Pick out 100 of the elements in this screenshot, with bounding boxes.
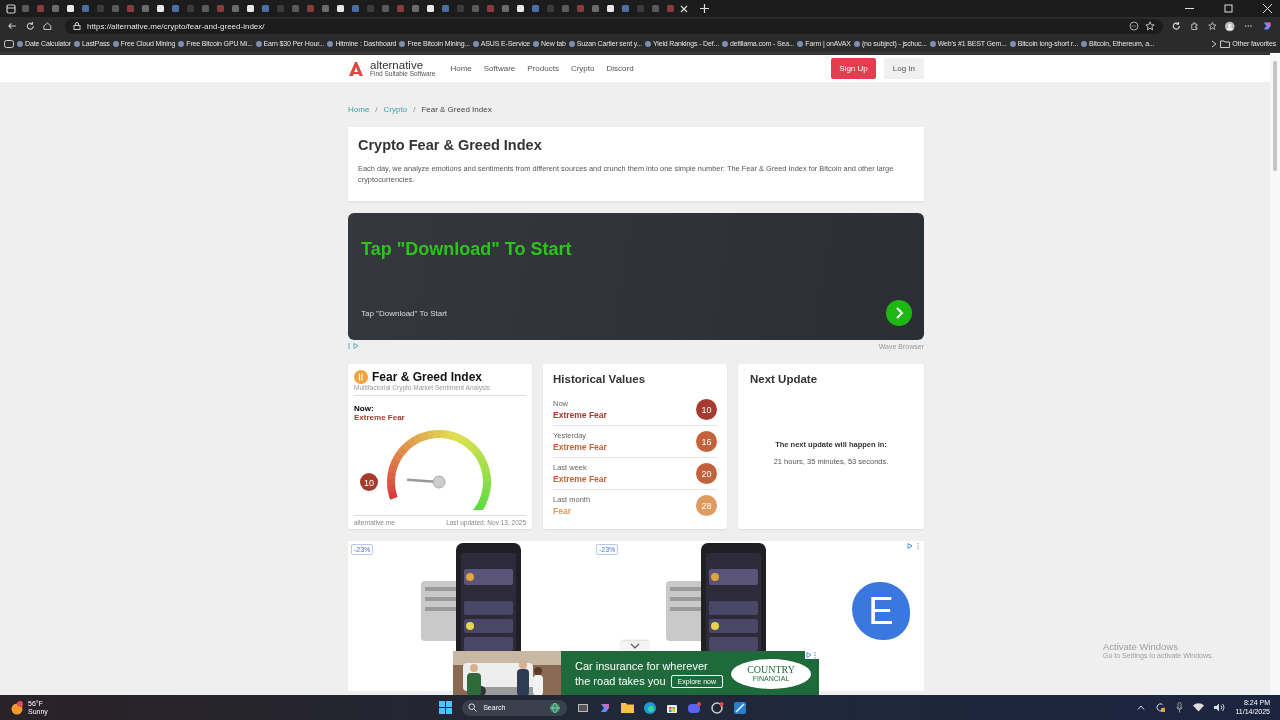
activation-title: Activate Windows	[1103, 641, 1179, 652]
logo-icon[interactable]	[348, 60, 364, 77]
browser-tab[interactable]	[155, 2, 166, 15]
favicon-icon	[322, 5, 329, 12]
ad-choices-icon[interactable]	[907, 543, 921, 549]
folder-icon	[1220, 39, 1231, 48]
new-tab-icon[interactable]	[700, 4, 709, 13]
favicon-icon	[442, 5, 449, 12]
gauge-needle	[407, 475, 446, 489]
browser-tab[interactable]	[515, 2, 526, 15]
volume-icon[interactable]	[1214, 703, 1226, 712]
weather-icon[interactable]	[10, 700, 24, 715]
back-icon[interactable]	[8, 21, 17, 31]
url-text: https://alternative.me/crypto/fear-and-greed-index/	[87, 21, 265, 31]
browser-tab[interactable]	[65, 2, 76, 15]
copilot-icon[interactable]	[599, 701, 612, 714]
breadcrumb-current: Fear & Greed Index	[421, 105, 492, 114]
folder-icon[interactable]	[621, 702, 635, 713]
wifi-icon[interactable]	[1193, 703, 1205, 712]
copilot-icon[interactable]	[1261, 20, 1272, 32]
more-icon[interactable]	[1129, 21, 1140, 31]
nav-link[interactable]: Discord	[606, 64, 634, 73]
chat-app-icon[interactable]	[688, 701, 702, 714]
ad-text: Tap "Download" To Start	[361, 308, 448, 318]
favicon-icon	[142, 5, 149, 12]
refresh-icon[interactable]	[25, 21, 35, 31]
browser-icon[interactable]	[711, 701, 725, 714]
favicon-icon	[412, 5, 419, 12]
maximize-icon[interactable]	[1224, 4, 1233, 13]
browser-tab[interactable]	[605, 2, 616, 15]
favicon-icon	[97, 5, 104, 12]
browser-tab[interactable]	[335, 2, 346, 15]
favicon-icon	[292, 5, 299, 12]
nav-link[interactable]: Crypto	[570, 64, 595, 73]
refresh-icon[interactable]	[1172, 21, 1181, 31]
favicon-icon	[37, 5, 44, 12]
favicon-icon	[427, 5, 434, 12]
home-icon[interactable]	[43, 21, 53, 31]
log-in-button[interactable]: Log In	[883, 58, 924, 79]
sign-up-button[interactable]: Sign Up	[831, 58, 876, 79]
browser-tab[interactable]	[245, 2, 256, 15]
globe-icon	[549, 701, 562, 714]
favicon-icon	[472, 5, 479, 12]
banner-ad[interactable]: Tap "Download" To Start Tap "Download" To Start	[348, 213, 924, 340]
browser-icon[interactable]	[644, 701, 657, 714]
classification-text: Extreme Fear	[553, 474, 607, 484]
microphone-icon[interactable]	[1176, 702, 1184, 713]
chevron-down-icon	[630, 643, 640, 649]
task-view-icon[interactable]	[577, 701, 590, 714]
app-icon[interactable]	[734, 701, 747, 714]
favicon-icon	[622, 5, 629, 12]
arrow-button-icon[interactable]	[886, 300, 912, 326]
chevron-icon[interactable]	[1211, 39, 1218, 48]
coin-icon	[354, 370, 368, 384]
now-label: Now:	[354, 404, 375, 413]
favorites-icon[interactable]	[1207, 21, 1217, 31]
nav-link[interactable]: Software	[483, 64, 516, 73]
favicon-icon	[247, 5, 254, 12]
sync-icon[interactable]	[1155, 702, 1167, 713]
favicon-icon	[397, 5, 404, 12]
favicon-icon	[607, 5, 614, 12]
address-bar[interactable]: https://alternative.me/crypto/fear-and-greed-index/	[65, 18, 1164, 34]
favicon-icon	[352, 5, 359, 12]
gauge-value-badge: 10	[360, 473, 378, 491]
browser-tab[interactable]	[425, 2, 436, 15]
chevron-up-icon[interactable]	[1137, 705, 1146, 710]
classification-text: Fear	[553, 506, 572, 516]
favicon-icon	[367, 5, 374, 12]
ad-panel[interactable]: E	[838, 541, 924, 691]
star-icon[interactable]	[1145, 21, 1156, 31]
value-badge: 10	[696, 399, 717, 420]
favicon-icon	[127, 5, 134, 12]
nav-link[interactable]: Products	[527, 64, 559, 73]
tab-actions-icon[interactable]	[6, 3, 16, 14]
favicon-icon	[577, 5, 584, 12]
favicon-icon	[517, 5, 524, 12]
favicon-icon	[547, 5, 554, 12]
card-title: Fear & Greed Index	[372, 370, 483, 384]
value-badge: 20	[696, 463, 717, 484]
favicon-icon	[502, 5, 509, 12]
ad-choices-icon[interactable]	[805, 651, 819, 659]
site-info-icon[interactable]	[73, 22, 82, 30]
tab-sidebar-icon[interactable]	[4, 39, 14, 48]
close-icon[interactable]	[680, 4, 688, 13]
avatar-icon[interactable]	[1225, 20, 1235, 32]
collapse-ad-button[interactable]	[621, 641, 649, 651]
close-icon[interactable]	[1263, 4, 1272, 13]
favicon-icon	[232, 5, 239, 12]
scrollbar[interactable]	[1270, 53, 1280, 695]
brand-logo[interactable]: E	[852, 582, 910, 640]
favicon-icon	[82, 5, 89, 12]
ad-headline-line: Car insurance for wherever	[575, 659, 709, 672]
nav-link[interactable]: Home	[450, 64, 472, 73]
breadcrumb-separator: /	[375, 105, 378, 114]
favicon-icon	[67, 5, 74, 12]
site-logo-name[interactable]: alternative	[370, 59, 436, 71]
start-icon[interactable]	[439, 701, 453, 714]
search-icon	[468, 703, 478, 712]
card-title: Historical Values	[553, 373, 647, 385]
extensions-icon[interactable]	[1189, 21, 1199, 31]
